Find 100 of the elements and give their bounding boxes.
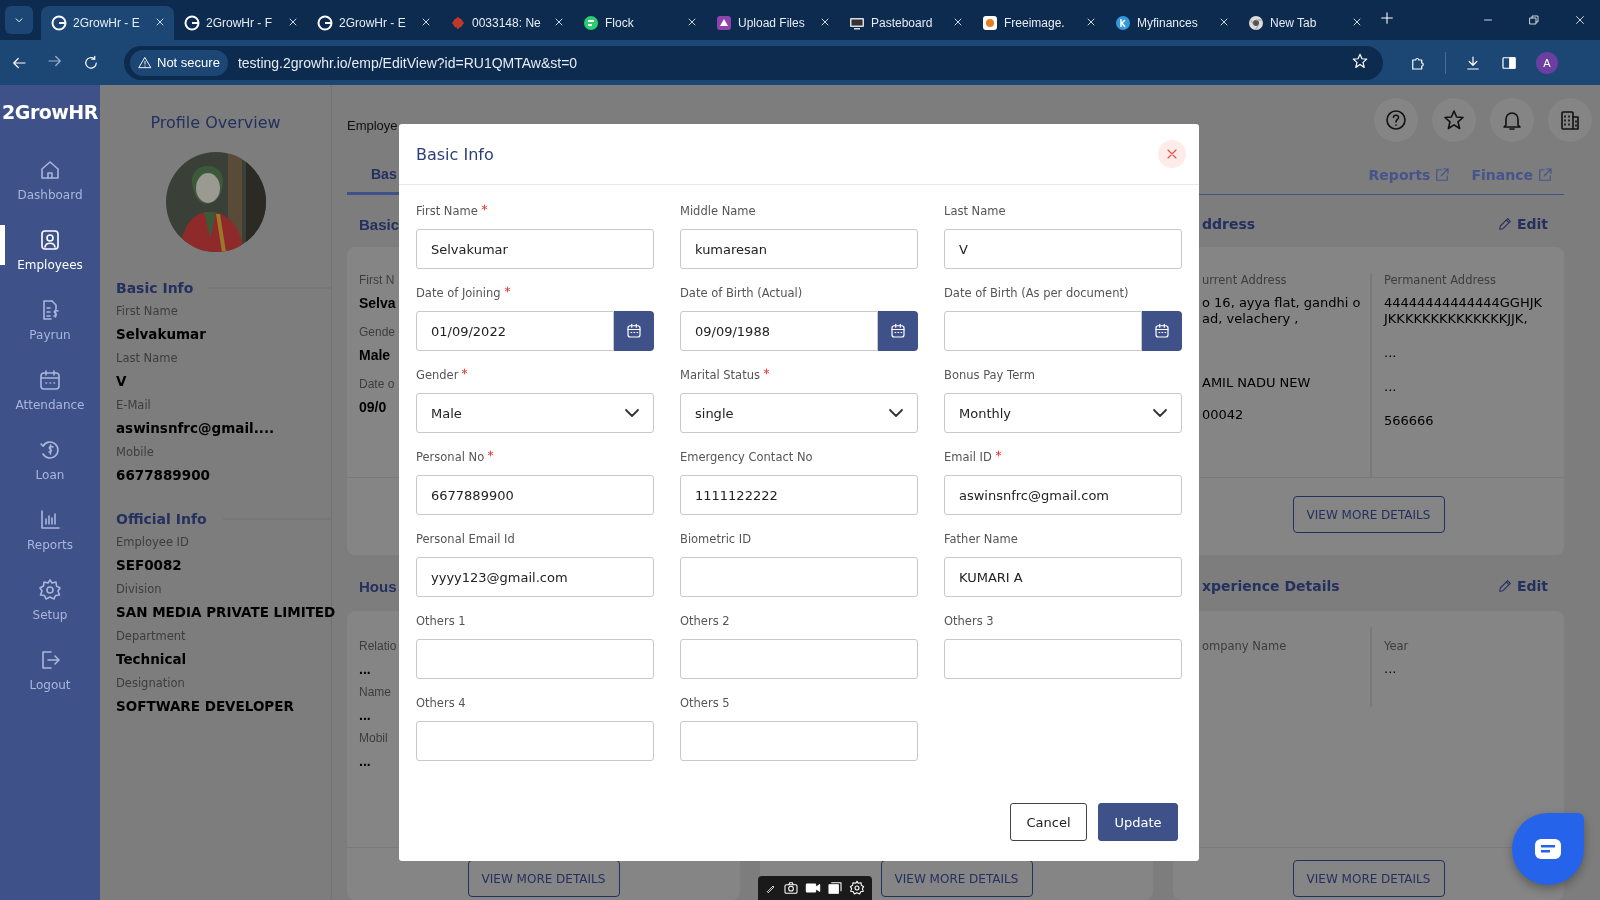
text-field[interactable]: KUMARI A <box>944 557 1182 597</box>
external-link-icon <box>1536 166 1554 184</box>
company-button[interactable] <box>1548 98 1592 142</box>
favicon-icon <box>450 15 466 31</box>
security-chip[interactable]: Not secure <box>130 49 228 76</box>
field-label: Others 5 <box>680 696 730 710</box>
field-label: Mobile <box>116 445 154 459</box>
help-button[interactable] <box>1374 98 1418 142</box>
reload-icon[interactable] <box>82 53 100 72</box>
video-icon[interactable] <box>805 880 821 896</box>
field-label: Personal No <box>416 450 485 464</box>
plus-icon[interactable] <box>1379 10 1395 26</box>
field-value: SAN MEDIA PRIVATE LIMITED <box>116 604 336 620</box>
star-icon <box>1442 108 1466 132</box>
field-value: ... <box>1384 661 1398 677</box>
favicon-icon <box>317 15 333 31</box>
text-field[interactable]: kumaresan <box>680 229 918 269</box>
favicon-icon <box>184 15 200 31</box>
text-field[interactable] <box>680 721 918 761</box>
section-heading: ddress <box>1202 216 1256 232</box>
camera-icon[interactable] <box>783 880 799 896</box>
field-value: ... <box>1384 379 1398 395</box>
nav-item[interactable]: Logout <box>0 635 100 705</box>
cancel-button[interactable]: Cancel <box>1010 803 1087 841</box>
browser-tab[interactable]: 2GrowHr - E <box>307 6 440 40</box>
nav-item[interactable]: Employees <box>0 215 100 285</box>
browser-tab[interactable]: Upload Files <box>706 6 839 40</box>
text-field[interactable]: V <box>944 229 1182 269</box>
browser-tab[interactable]: 0033148: Ne <box>440 6 573 40</box>
date-field[interactable]: 09/09/1988 <box>680 311 878 351</box>
field-label: First N <box>359 273 395 287</box>
field-label: Date of Birth (As per document) <box>944 286 1129 300</box>
browser-tab[interactable]: Freeimage. <box>972 6 1105 40</box>
section-heading: Official Info <box>116 511 207 527</box>
field-label: Permanent Address <box>1384 273 1496 287</box>
dropdown[interactable]: single <box>680 393 918 433</box>
dropdown[interactable]: Monthly <box>944 393 1182 433</box>
app-logo[interactable]: 2GrowHR <box>2 101 98 123</box>
field-label: Name <box>359 685 391 699</box>
star-icon[interactable] <box>1351 51 1369 70</box>
nav-item[interactable]: Setup <box>0 565 100 635</box>
text-field[interactable] <box>944 639 1182 679</box>
browser-tab[interactable]: New Tab <box>1238 6 1371 40</box>
field-value: aswinsnfrc@gmail.... <box>116 420 275 436</box>
field-value: AMIL NADU NEW <box>1202 375 1312 391</box>
nav-item[interactable]: Attendance <box>0 355 100 425</box>
calendar-button[interactable] <box>878 311 918 351</box>
calendar-icon <box>38 368 62 392</box>
text-field[interactable]: Selvakumar <box>416 229 654 269</box>
breadcrumb[interactable]: Employe <box>347 118 398 133</box>
field-label: Others 3 <box>944 614 994 628</box>
field-label: Emergency Contact No <box>680 450 813 464</box>
notification-button[interactable] <box>1490 98 1534 142</box>
restore-icon[interactable] <box>1528 14 1540 26</box>
nav-item[interactable]: Reports <box>0 495 100 565</box>
text-field[interactable]: 6677889900 <box>416 475 654 515</box>
date-field[interactable]: 01/09/2022 <box>416 311 614 351</box>
field-value: 44444444444444GGHJKJKKKKKKKKKKKKKKJJK, <box>1384 295 1544 327</box>
browser-tab[interactable]: Flock <box>573 6 706 40</box>
building-icon <box>1558 108 1582 132</box>
field-label: Others 4 <box>416 696 466 710</box>
window-icon[interactable] <box>827 880 843 896</box>
text-field[interactable] <box>416 639 654 679</box>
field-label: Employee ID <box>116 535 189 549</box>
browser-tab[interactable]: 2GrowHr - F <box>174 6 307 40</box>
field-value: Selvakumar <box>116 326 206 342</box>
update-button[interactable]: Update <box>1098 803 1178 841</box>
date-field[interactable] <box>944 311 1142 351</box>
nav-item[interactable]: Dashboard <box>0 145 100 215</box>
browser-tab[interactable]: 2GrowHr - E <box>41 6 174 40</box>
field-label: E-Mail <box>116 398 151 412</box>
dropdown[interactable]: Male <box>416 393 654 433</box>
text-field[interactable]: 1111122222 <box>680 475 918 515</box>
bar-chart-icon <box>38 508 62 532</box>
browser-tab[interactable]: Myfinances <box>1105 6 1238 40</box>
field-value: o 16, ayya flat, gandhi oad, velachery , <box>1202 295 1362 327</box>
url-text[interactable]: testing.2growhr.io/emp/EditView?id=RU1QMTAw&st=0 <box>237 54 1341 71</box>
text-field[interactable] <box>680 557 918 597</box>
favicon-icon <box>583 15 599 31</box>
settings-icon[interactable] <box>849 880 865 896</box>
field-label: Marital Status <box>680 368 760 382</box>
text-field[interactable] <box>416 721 654 761</box>
user-icon <box>38 228 62 252</box>
favicon-icon <box>51 15 67 31</box>
calendar-button[interactable] <box>614 311 654 351</box>
close-icon[interactable] <box>1574 14 1586 26</box>
field-label: Last Name <box>116 351 178 365</box>
text-field[interactable] <box>680 639 918 679</box>
calendar-button[interactable] <box>1142 311 1182 351</box>
field-value: ... <box>359 707 371 723</box>
favorite-button[interactable] <box>1432 98 1476 142</box>
text-field[interactable]: aswinsnfrc@gmail.com <box>944 475 1182 515</box>
section-heading: xperience Details <box>1202 578 1340 594</box>
profile-avatar[interactable]: A <box>1536 51 1558 74</box>
browser-tab[interactable]: Pasteboard <box>839 6 972 40</box>
calendar-icon <box>1153 322 1171 340</box>
nav-item[interactable]: Payrun <box>0 285 100 355</box>
nav-item[interactable]: Loan <box>0 425 100 495</box>
text-field[interactable]: yyyy123@gmail.com <box>416 557 654 597</box>
field-label: Personal Email Id <box>416 532 515 546</box>
